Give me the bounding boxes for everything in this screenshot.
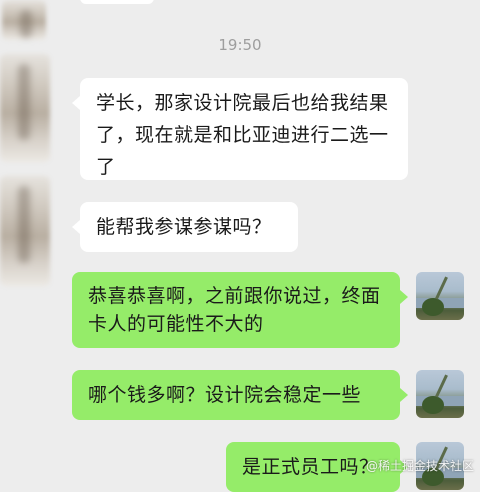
watermark: @稀土掘金技术社区: [365, 459, 474, 473]
message-text: 能帮我参谋参谋吗？: [96, 216, 272, 238]
message-text: 哪个钱多啊？设计院会稳定一些: [88, 384, 362, 406]
message-text: 是正式员工吗？: [242, 456, 379, 478]
contact-avatar[interactable]: [2, 0, 46, 40]
message-text: 学长，那家设计院最后也给我结果了，现在就是和比亚迪进行二选一了: [96, 92, 389, 178]
bubble-tail: [400, 388, 408, 402]
my-avatar[interactable]: [416, 370, 464, 418]
outgoing-message[interactable]: 恭喜恭喜啊，之前跟你说过，终面卡人的可能性不大的: [72, 272, 400, 348]
contact-avatar[interactable]: [0, 176, 50, 286]
bubble-tail: [72, 220, 80, 234]
my-avatar[interactable]: [416, 272, 464, 320]
outgoing-message[interactable]: 哪个钱多啊？设计院会稳定一些: [72, 370, 400, 420]
incoming-message[interactable]: 学长，那家设计院最后也给我结果了，现在就是和比亚迪进行二选一了: [80, 78, 408, 180]
bubble-tail: [400, 290, 408, 304]
bubble-tail: [72, 96, 80, 110]
contact-avatar[interactable]: [0, 54, 50, 162]
incoming-message[interactable]: 能帮我参谋参谋吗？: [80, 202, 298, 252]
message-text: 恭喜恭喜啊，之前跟你说过，终面卡人的可能性不大的: [88, 285, 381, 335]
message-timestamp: 19:50: [218, 36, 262, 54]
previous-message-bubble: [80, 0, 154, 4]
